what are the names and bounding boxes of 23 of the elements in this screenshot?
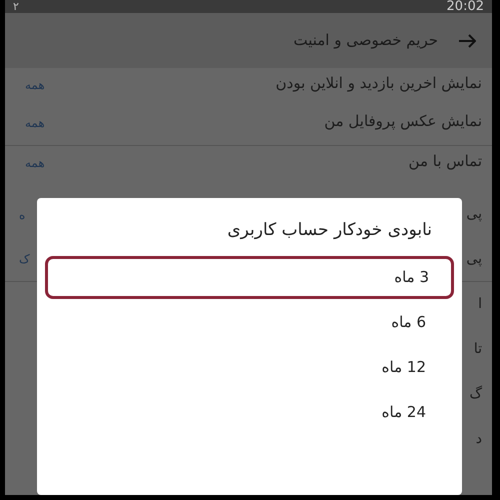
duration-option[interactable]: 12 ماه [45,346,454,388]
setting-label: تا [474,340,482,359]
setting-label: نمایش اخرین بازدید و انلاین بودن [276,73,482,94]
setting-value: ه [19,206,26,224]
setting-value: همه [25,77,45,94]
setting-value: ک [19,251,30,268]
setting-label: ا [478,295,482,314]
status-time: 20:02 [446,0,484,13]
dialog-title: نابودی خودکار حساب کاربری [226,219,433,242]
duration-option[interactable]: 24 ماه [45,390,454,434]
setting-label: نمایش عکس پروفایل من [324,111,482,132]
setting-label: پی [466,205,482,224]
back-arrow-icon[interactable] [458,34,476,48]
duration-option[interactable]: 6 ماه [45,300,454,344]
duration-option[interactable]: 3 ماه [45,256,454,298]
setting-label: د [476,430,482,449]
setting-value: همه [25,155,45,172]
screen-title: حریم خصوصی و امنیت [293,30,438,52]
setting-label: پی [466,250,482,268]
setting-label: تماس با من [408,151,482,172]
status-text: ۲ [13,1,19,12]
setting-label: گ [469,384,482,404]
setting-value: همه [25,115,45,132]
